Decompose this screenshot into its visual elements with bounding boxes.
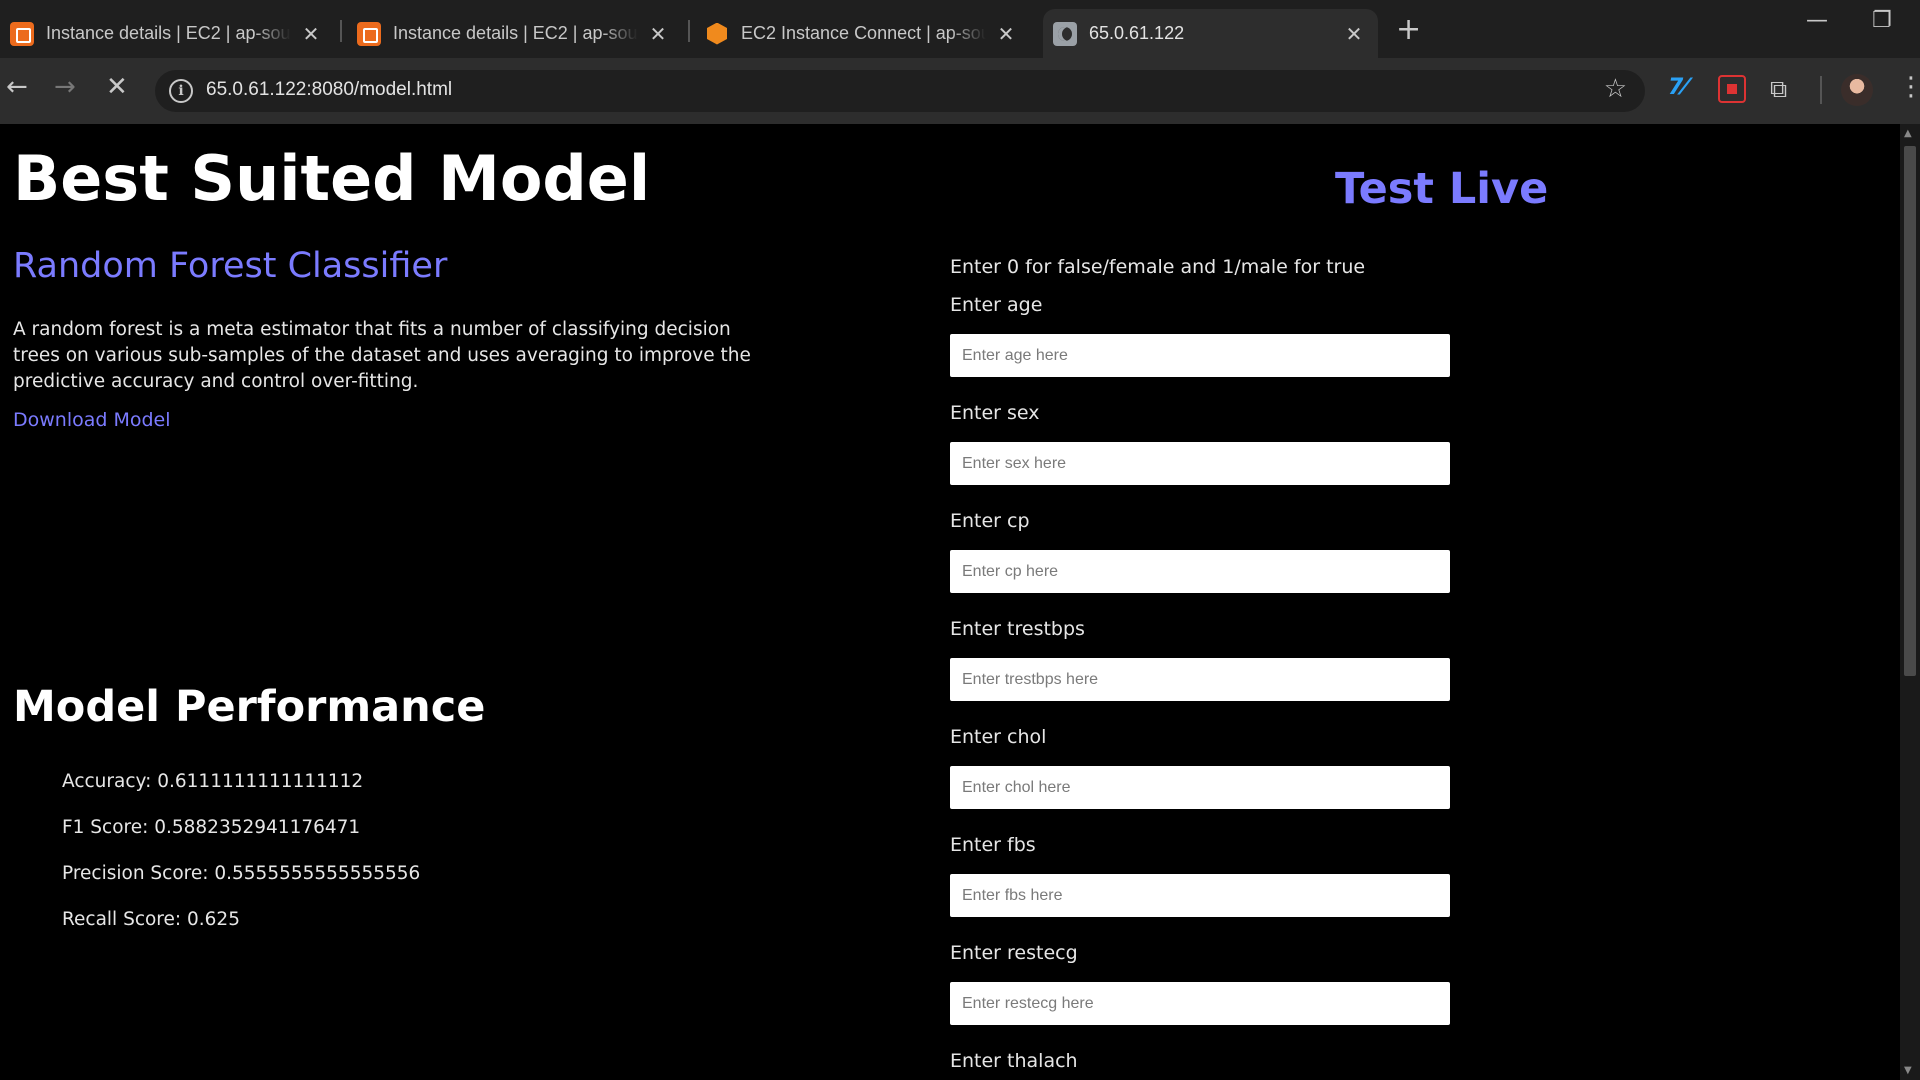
aws-ec2-icon — [357, 21, 381, 46]
field-chol: Enter chol — [950, 726, 1450, 809]
bookmark-star-icon[interactable]: ☆ — [1604, 74, 1627, 104]
aws-ec2-icon — [10, 21, 34, 46]
aws-connect-icon — [705, 22, 729, 46]
tab-title: 65.0.61.122 — [1089, 23, 1185, 43]
extensions-puzzle-icon[interactable]: ⧉ — [1770, 75, 1798, 103]
field-label: Enter fbs — [950, 834, 1036, 856]
field-label: Enter age — [950, 294, 1043, 316]
chol-input[interactable] — [950, 766, 1450, 809]
browser-toolbar: ← → ✕ i 65.0.61.122:8080/model.html ☆ 7⁄… — [0, 58, 1920, 124]
tab-title: Instance details | EC2 | ap-south-1 — [393, 23, 638, 43]
toolbar-divider — [1820, 76, 1822, 104]
field-label: Enter trestbps — [950, 618, 1085, 640]
input-hint: Enter 0 for false/female and 1/male for … — [950, 256, 1366, 278]
age-input[interactable] — [950, 334, 1450, 377]
site-info-icon[interactable]: i — [169, 79, 193, 103]
menu-kebab-icon[interactable]: ⋮ — [1898, 72, 1920, 102]
tab-active-site[interactable]: 65.0.61.122 ✕ — [1043, 9, 1378, 58]
scroll-down-arrow-icon[interactable]: ▼ — [1904, 1065, 1912, 1076]
metric-recall: Recall Score: 0.625 — [62, 909, 240, 930]
minimize-icon[interactable]: — — [1806, 8, 1828, 33]
back-icon[interactable]: ← — [6, 72, 28, 102]
field-label: Enter chol — [950, 726, 1047, 748]
stop-loading-icon[interactable]: ✕ — [106, 72, 128, 102]
field-trestbps: Enter trestbps — [950, 618, 1450, 701]
model-description: A random forest is a meta estimator that… — [13, 319, 751, 392]
performance-heading: Model Performance — [13, 682, 486, 732]
sex-input[interactable] — [950, 442, 1450, 485]
tab-title: EC2 Instance Connect | ap-south-1 — [741, 23, 986, 43]
tab-title: Instance details | EC2 | ap-south-1 — [46, 23, 291, 43]
forward-icon[interactable]: → — [54, 72, 76, 102]
cp-input[interactable] — [950, 550, 1450, 593]
metric-f1-score: F1 Score: 0.5882352941176471 — [62, 817, 361, 838]
metrics-list: Accuracy: 0.6111111111111112 F1 Score: 0… — [62, 771, 420, 955]
restore-icon[interactable]: ❐ — [1872, 8, 1892, 33]
tab-divider — [688, 20, 690, 42]
scrollbar-thumb[interactable] — [1904, 146, 1916, 676]
field-age: Enter age — [950, 294, 1450, 377]
test-live-heading: Test Live — [1335, 164, 1549, 214]
page-content: Best Suited Model Random Forest Classifi… — [0, 124, 1900, 1080]
field-label: Enter restecg — [950, 942, 1078, 964]
model-name-heading: Random Forest Classifier — [13, 246, 448, 286]
tab-divider — [340, 20, 342, 42]
field-cp: Enter cp — [950, 510, 1450, 593]
tab-instance-details-1[interactable]: Instance details | EC2 | ap-south-1 ✕ — [0, 9, 335, 58]
tab-ec2-instance-connect[interactable]: EC2 Instance Connect | ap-south-1 ✕ — [695, 9, 1030, 58]
field-sex: Enter sex — [950, 402, 1450, 485]
page-title: Best Suited Model — [13, 142, 651, 215]
field-label: Enter sex — [950, 402, 1040, 424]
tab-strip: Instance details | EC2 | ap-south-1 ✕ In… — [0, 0, 1920, 58]
scroll-up-arrow-icon[interactable]: ▲ — [1904, 128, 1912, 139]
field-fbs: Enter fbs — [950, 834, 1450, 917]
globe-icon — [1053, 21, 1077, 46]
tab-instance-details-2[interactable]: Instance details | EC2 | ap-south-1 ✕ — [347, 9, 682, 58]
close-icon[interactable]: ✕ — [994, 22, 1018, 46]
close-icon[interactable]: ✕ — [646, 22, 670, 46]
address-bar[interactable]: i 65.0.61.122:8080/model.html ☆ — [155, 70, 1645, 112]
extension-recorder-icon[interactable] — [1718, 75, 1746, 103]
download-model-link[interactable]: Download Model — [13, 409, 171, 431]
fbs-input[interactable] — [950, 874, 1450, 917]
close-icon[interactable]: ✕ — [1342, 22, 1366, 46]
close-icon[interactable]: ✕ — [299, 22, 323, 46]
url-text[interactable]: 65.0.61.122:8080/model.html — [206, 79, 452, 101]
page-scrollbar[interactable]: ▲ ▼ — [1900, 124, 1920, 1080]
trestbps-input[interactable] — [950, 658, 1450, 701]
field-label: Enter thalach — [950, 1050, 1078, 1072]
profile-avatar[interactable] — [1841, 74, 1873, 106]
field-label: Enter cp — [950, 510, 1030, 532]
field-restecg: Enter restecg — [950, 942, 1450, 1025]
metric-precision: Precision Score: 0.5555555555555556 — [62, 863, 421, 884]
restecg-input[interactable] — [950, 982, 1450, 1025]
new-tab-icon[interactable]: + — [1396, 12, 1421, 47]
field-thalach: Enter thalach — [950, 1050, 1450, 1080]
extension-translate-icon[interactable]: 7⁄ — [1668, 75, 1696, 103]
metric-accuracy: Accuracy: 0.6111111111111112 — [62, 771, 364, 792]
